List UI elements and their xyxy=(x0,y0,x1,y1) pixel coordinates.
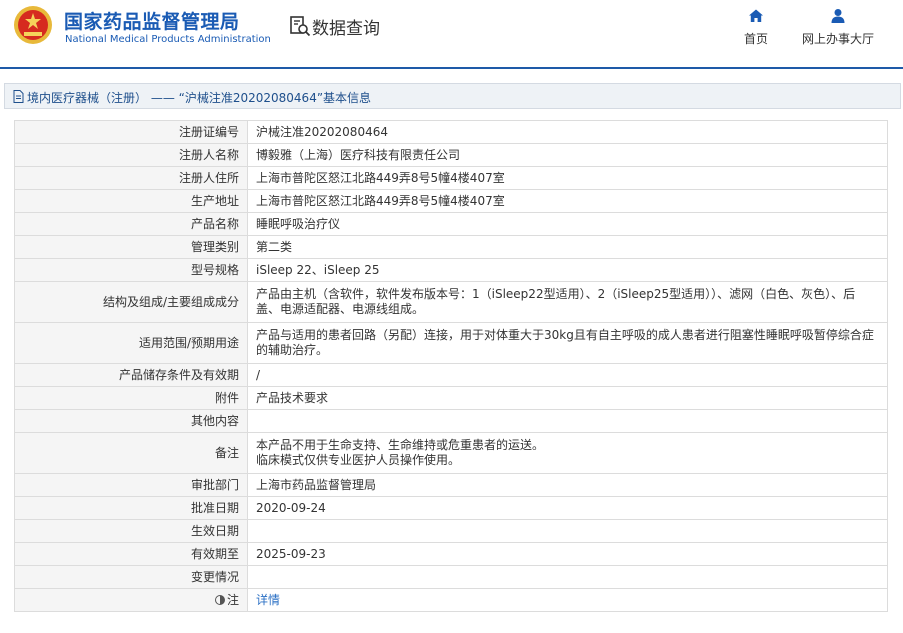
table-row: 管理类别 第二类 xyxy=(14,235,888,259)
row-value: 产品技术要求 xyxy=(247,386,888,410)
row-label: 注册人住所 xyxy=(14,166,248,190)
row-value: 博毅雅（上海）医疗科技有限责任公司 xyxy=(247,143,888,167)
site-header: 国家药品监督管理局 National Medical Products Admi… xyxy=(0,0,903,69)
site-title-cn: 国家药品监督管理局 xyxy=(64,11,240,33)
row-label: 审批部门 xyxy=(14,473,248,497)
row-label: 其他内容 xyxy=(14,409,248,433)
site-title-en: National Medical Products Administration xyxy=(65,34,271,45)
row-value: 2025-09-23 xyxy=(247,542,888,566)
row-label: 注册人名称 xyxy=(14,143,248,167)
data-search-icon xyxy=(290,16,311,37)
document-icon xyxy=(13,90,24,103)
row-label: 产品储存条件及有效期 xyxy=(14,363,248,387)
row-value: 产品由主机（含软件，软件发布版本号：1（iSleep22型适用）、2（iSlee… xyxy=(247,281,888,323)
table-row: 适用范围/预期用途 产品与适用的患者回路（另配）连接，用于对体重大于30kg且有… xyxy=(14,322,888,364)
row-label: 产品名称 xyxy=(14,212,248,236)
row-label-note: 注 xyxy=(14,588,248,612)
home-icon xyxy=(749,9,763,22)
row-value xyxy=(247,519,888,543)
row-value: 产品与适用的患者回路（另配）连接，用于对体重大于30kg且有自主呼吸的成人患者进… xyxy=(247,322,888,364)
table-row: 型号规格 iSleep 22、iSleep 25 xyxy=(14,258,888,282)
table-row: 生产地址 上海市普陀区怒江北路449弄8号5幢4楼407室 xyxy=(14,189,888,213)
table-row: 有效期至 2025-09-23 xyxy=(14,542,888,566)
header-divider xyxy=(0,67,903,69)
table-row: 批准日期 2020-09-24 xyxy=(14,496,888,520)
row-value: 第二类 xyxy=(247,235,888,259)
nav-home-link[interactable]: 首页 xyxy=(736,8,776,47)
row-value: 沪械注准20202080464 xyxy=(247,120,888,144)
row-label: 注册证编号 xyxy=(14,120,248,144)
row-value: 上海市普陀区怒江北路449弄8号5幢4楼407室 xyxy=(247,189,888,213)
row-label: 型号规格 xyxy=(14,258,248,282)
row-label: 批准日期 xyxy=(14,496,248,520)
section-title: 数据查询 xyxy=(312,19,380,39)
table-row: 注册证编号 沪械注准20202080464 xyxy=(14,120,888,144)
row-label: 备注 xyxy=(14,432,248,474)
breadcrumb-text: 境内医疗器械（注册） —— “沪械注准20202080464”基本信息 xyxy=(27,91,372,105)
table-row: 注 详情 xyxy=(14,588,888,612)
table-row: 变更情况 xyxy=(14,565,888,589)
row-value: 本产品不用于生命支持、生命维持或危重患者的运送。 临床模式仅供专业医护人员操作使… xyxy=(247,432,888,474)
details-link[interactable]: 详情 xyxy=(256,593,280,607)
row-value: 上海市药品监督管理局 xyxy=(247,473,888,497)
table-row: 备注 本产品不用于生命支持、生命维持或危重患者的运送。 临床模式仅供专业医护人员… xyxy=(14,432,888,474)
breadcrumb: 境内医疗器械（注册） —— “沪械注准20202080464”基本信息 xyxy=(4,83,901,109)
nav-service-hall-label: 网上办事大厅 xyxy=(801,32,874,46)
row-value: / xyxy=(247,363,888,387)
table-row: 注册人住所 上海市普陀区怒江北路449弄8号5幢4楼407室 xyxy=(14,166,888,190)
row-label: 变更情况 xyxy=(14,565,248,589)
nav-home-label: 首页 xyxy=(743,32,768,46)
note-icon xyxy=(214,594,225,605)
table-row: 生效日期 xyxy=(14,519,888,543)
table-row: 结构及组成/主要组成成分 产品由主机（含软件，软件发布版本号：1（iSleep2… xyxy=(14,281,888,323)
table-row: 产品名称 睡眠呼吸治疗仪 xyxy=(14,212,888,236)
user-icon xyxy=(831,9,845,23)
row-label: 适用范围/预期用途 xyxy=(14,322,248,364)
nav-service-hall-link[interactable]: 网上办事大厅 xyxy=(797,8,879,47)
remark-line: 临床模式仅供专业医护人员操作使用。 xyxy=(256,453,461,467)
row-label: 管理类别 xyxy=(14,235,248,259)
table-row: 其他内容 xyxy=(14,409,888,433)
row-value: 2020-09-24 xyxy=(247,496,888,520)
table-row: 审批部门 上海市药品监督管理局 xyxy=(14,473,888,497)
national-emblem-icon xyxy=(14,6,52,44)
row-label: 生效日期 xyxy=(14,519,248,543)
remark-line: 本产品不用于生命支持、生命维持或危重患者的运送。 xyxy=(256,438,545,452)
row-value: iSleep 22、iSleep 25 xyxy=(247,258,888,282)
row-value: 睡眠呼吸治疗仪 xyxy=(247,212,888,236)
detail-table: 注册证编号 沪械注准20202080464 注册人名称 博毅雅（上海）医疗科技有… xyxy=(14,120,888,612)
row-value: 详情 xyxy=(247,588,888,612)
table-row: 产品储存条件及有效期 / xyxy=(14,363,888,387)
row-label: 附件 xyxy=(14,386,248,410)
note-label: 注 xyxy=(226,592,239,607)
row-label: 生产地址 xyxy=(14,189,248,213)
row-value: 上海市普陀区怒江北路449弄8号5幢4楼407室 xyxy=(247,166,888,190)
row-value xyxy=(247,409,888,433)
table-row: 附件 产品技术要求 xyxy=(14,386,888,410)
row-label: 结构及组成/主要组成成分 xyxy=(14,281,248,323)
row-label: 有效期至 xyxy=(14,542,248,566)
table-row: 注册人名称 博毅雅（上海）医疗科技有限责任公司 xyxy=(14,143,888,167)
row-value xyxy=(247,565,888,589)
